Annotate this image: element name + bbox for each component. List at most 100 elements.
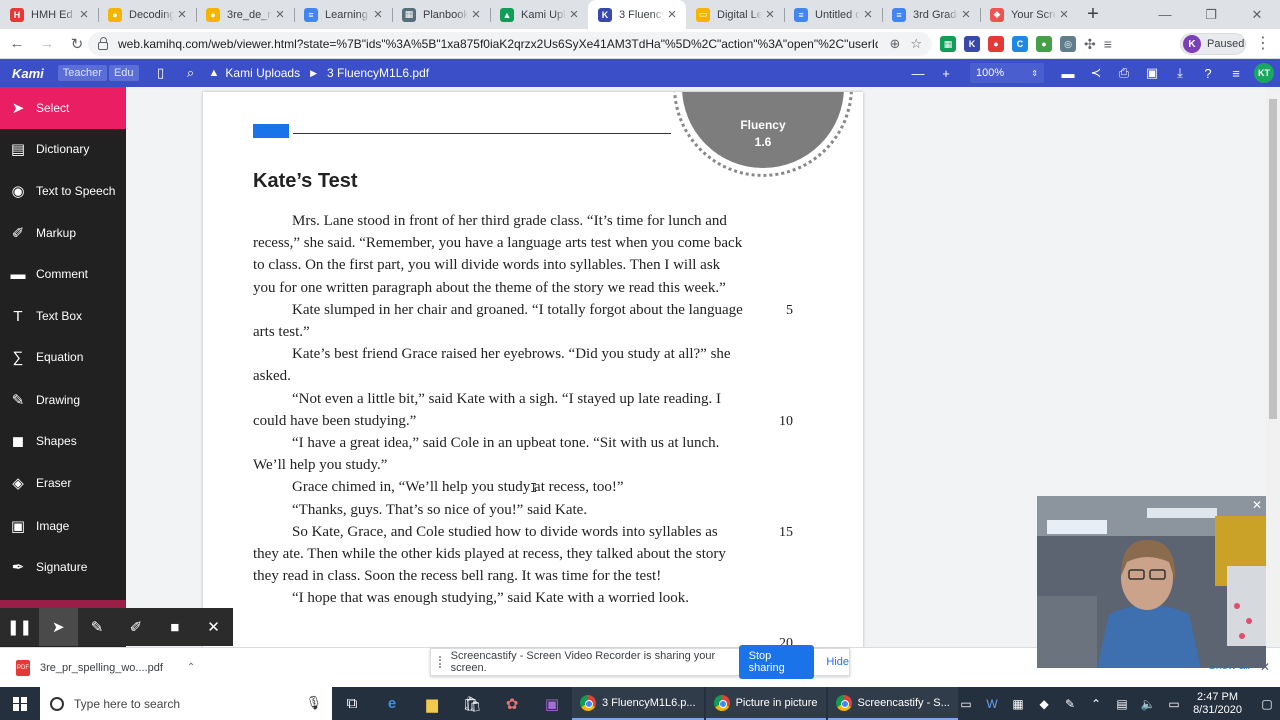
stop-sharing-button[interactable]: Stop sharing (738, 645, 815, 679)
store-icon[interactable]: 🛍 (452, 687, 492, 720)
taskbar-app-chrome-1[interactable]: 3 FluencyM1L6.p... (572, 687, 704, 720)
tray-app-icon[interactable]: ▦ (1005, 697, 1031, 711)
browser-tab[interactable]: ◆ Your Scre × (980, 0, 1078, 29)
reload-icon[interactable]: ↻ (64, 31, 90, 57)
search-icon[interactable]: ⌕ (181, 63, 201, 83)
browser-menu-icon[interactable]: ⋮ (1254, 35, 1272, 53)
extension-icon[interactable]: ◎ (1060, 36, 1076, 52)
tab-close-icon[interactable]: × (762, 6, 778, 23)
network-icon[interactable]: ▤ (1109, 697, 1135, 711)
camera-icon[interactable]: ■ (155, 608, 194, 646)
grip-icon[interactable] (439, 656, 445, 668)
tool-shapes[interactable]: ◼ Shapes (0, 420, 126, 462)
notifications-icon[interactable]: ▢ (1254, 697, 1280, 711)
tray-app-icon[interactable]: ◆ (1031, 697, 1057, 711)
browser-tab[interactable]: ≡ 3rd Grade × (882, 0, 980, 29)
pdf-page[interactable]: Name Fluency 1.6 Kate’s Test Mrs. Lane s… (203, 92, 863, 652)
media-control-icon[interactable]: ≡ (1104, 36, 1112, 52)
window-close-icon[interactable]: ✕ (1234, 0, 1280, 29)
toolbar-drag-handle[interactable] (0, 600, 126, 608)
pip-close-icon[interactable]: ✕ (1252, 498, 1262, 512)
zoom-select[interactable]: 100% ⇕ (970, 63, 1044, 83)
taskbar-search[interactable]: Type here to search 🎙 (40, 687, 332, 720)
minimize-icon[interactable]: — (1142, 0, 1188, 29)
tab-close-icon[interactable]: × (664, 6, 680, 23)
tool-equation[interactable]: ∑ Equation (0, 336, 126, 378)
zoom-in-icon[interactable]: + (932, 59, 960, 87)
tab-close-icon[interactable]: × (860, 6, 876, 23)
open-folder-icon[interactable]: ▬ (1054, 59, 1082, 87)
tool-comment[interactable]: ▬ Comment (0, 253, 126, 295)
browser-tab[interactable]: ▲ Kami Uplo× (490, 0, 588, 29)
tab-close-icon[interactable]: × (272, 6, 288, 23)
scrollbar-thumb[interactable] (1269, 99, 1277, 419)
tool-image[interactable]: ▣ Image (0, 505, 126, 547)
back-icon[interactable]: ← (4, 31, 30, 57)
document-scrollbar[interactable] (1266, 87, 1280, 647)
tab-close-icon[interactable]: × (76, 6, 92, 23)
bookmark-star-icon[interactable]: ☆ (910, 36, 922, 52)
extension-icon[interactable]: ● (1036, 36, 1052, 52)
overflow-icon[interactable]: ⌃ (1083, 697, 1109, 711)
extension-icon[interactable]: ● (988, 36, 1004, 52)
browser-tab[interactable]: ▦ Planbook × (392, 0, 490, 29)
tool-drawing[interactable]: ✎ Drawing (0, 379, 126, 421)
pen-icon[interactable]: ✎ (78, 608, 117, 646)
task-view-icon[interactable]: ⧉ (332, 687, 372, 720)
taskbar-app-chrome-3[interactable]: Screencastify - S... (827, 687, 958, 720)
volume-icon[interactable]: 🔈 (1135, 697, 1161, 711)
close-icon[interactable]: ✕ (194, 608, 233, 646)
forward-icon[interactable]: → (34, 31, 60, 57)
webcam-pip[interactable]: ✕ (1037, 496, 1266, 668)
name-label-highlighted[interactable]: Name (253, 124, 290, 138)
onenote-icon[interactable]: ▣ (532, 687, 572, 720)
tool-markup[interactable]: ✐ Markup (0, 212, 126, 254)
word-icon[interactable]: W (979, 697, 1005, 711)
zoom-out-icon[interactable]: — (904, 59, 932, 87)
hamburger-menu-icon[interactable]: ≡ (1222, 59, 1250, 87)
sidebar-toggle-icon[interactable]: ▯ (151, 63, 171, 83)
browser-tab[interactable]: H HMH Ed × (0, 0, 98, 29)
tray-app-icon[interactable]: ▭ (953, 697, 979, 711)
browser-tab[interactable]: ▭ Digital Le × (686, 0, 784, 29)
edge-icon[interactable]: e (372, 687, 412, 720)
new-tab-icon[interactable]: + (1078, 0, 1108, 29)
pen-tray-icon[interactable]: ✎ (1057, 697, 1083, 711)
extensions-puzzle-icon[interactable]: ✣ (1084, 36, 1096, 53)
tab-close-icon[interactable]: × (566, 6, 582, 23)
tool-signature[interactable]: ✒ Signature (0, 546, 126, 588)
breadcrumb-folder[interactable]: Kami Uploads (225, 66, 300, 80)
profile-button[interactable]: K Paused (1180, 33, 1246, 55)
save-icon[interactable]: ▣ (1138, 59, 1166, 87)
share-icon[interactable]: ≺ (1082, 59, 1110, 87)
system-clock[interactable]: 2:47 PM 8/31/2020 (1193, 691, 1242, 717)
highlighter-icon[interactable]: ✐ (116, 608, 155, 646)
taskbar-app-chrome-2[interactable]: Picture in picture (705, 687, 826, 720)
app-icon[interactable]: ✿ (492, 687, 532, 720)
cursor-icon[interactable]: ➤ (38, 608, 78, 646)
tab-close-icon[interactable]: × (958, 6, 974, 23)
tab-close-icon[interactable]: × (1056, 6, 1072, 23)
browser-tab[interactable]: ● Decoding × (98, 0, 196, 29)
file-explorer-icon[interactable]: ▆ (412, 687, 452, 720)
print-icon[interactable]: ⎙ (1110, 59, 1138, 87)
tab-close-icon[interactable]: × (468, 6, 484, 23)
user-avatar[interactable]: KT (1254, 63, 1274, 83)
tab-close-icon[interactable]: × (174, 6, 190, 23)
address-bar[interactable]: web.kamihq.com/web/viewer.html?state=%7B… (88, 32, 932, 56)
tab-close-icon[interactable]: × (370, 6, 386, 23)
download-icon[interactable]: ⤓ (1166, 59, 1194, 87)
hide-button[interactable]: Hide (826, 656, 849, 668)
tool-eraser[interactable]: ◈ Eraser (0, 462, 126, 504)
microphone-icon[interactable]: 🎙 (305, 695, 322, 711)
extension-icon[interactable]: C (1012, 36, 1028, 52)
pause-icon[interactable]: ❚❚ (0, 608, 39, 646)
tool-text-box[interactable]: T Text Box (0, 295, 126, 337)
browser-tab[interactable]: ≡ Learning × (294, 0, 392, 29)
maximize-icon[interactable]: ❐ (1188, 0, 1234, 29)
help-icon[interactable]: ? (1194, 59, 1222, 87)
extension-icon[interactable]: ▦ (940, 36, 956, 52)
extension-icon[interactable]: K (964, 36, 980, 52)
breadcrumb-file[interactable]: 3 FluencyM1L6.pdf (327, 66, 429, 80)
battery-icon[interactable]: ▭ (1161, 697, 1187, 711)
